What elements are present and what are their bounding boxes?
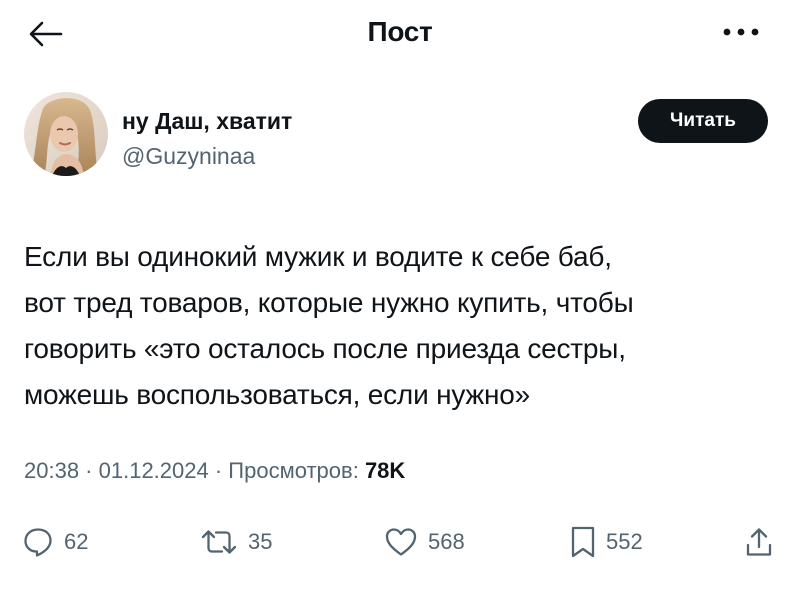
- bookmark-count: 552: [606, 529, 643, 554]
- avatar-photo: [24, 92, 108, 176]
- repost-button[interactable]: 35: [200, 522, 272, 562]
- meta-separator: ·: [208, 458, 229, 483]
- header: Пост: [0, 0, 800, 70]
- views-count: 78K: [364, 458, 406, 483]
- bookmark-icon: [571, 526, 595, 558]
- views-label: Просмотров:: [228, 458, 359, 483]
- like-button[interactable]: 568: [384, 522, 465, 562]
- repost-count: 35: [248, 529, 273, 554]
- reply-icon: [24, 528, 52, 557]
- follow-button[interactable]: Читать: [638, 99, 768, 143]
- action-bar: 62 35 568 552: [0, 512, 800, 572]
- tweet-meta: 20:38 · 01.12.2024 · Просмотров: 78K: [24, 458, 405, 484]
- page-title: Пост: [367, 16, 433, 47]
- tweet-line: можешь воспользоваться, если нужно»: [24, 379, 531, 410]
- heart-icon: [385, 528, 417, 556]
- author-row: ну Даш, хватит @Guzyninaa Читать: [24, 92, 776, 186]
- tweet-text: Если вы одинокий мужик и водите к себе б…: [24, 234, 776, 418]
- reply-button[interactable]: 62: [22, 522, 88, 562]
- repost-icon: [201, 530, 237, 554]
- tweet-time[interactable]: 20:38: [24, 458, 79, 483]
- user-handle[interactable]: @Guzyninaa: [122, 143, 255, 170]
- reply-count: 62: [64, 529, 89, 554]
- ellipsis-icon: [723, 28, 759, 36]
- share-icon: [746, 528, 772, 556]
- share-button[interactable]: [744, 522, 774, 562]
- avatar[interactable]: [24, 92, 108, 176]
- more-button[interactable]: [716, 16, 766, 48]
- tweet-line: Если вы одинокий мужик и водите к себе б…: [24, 241, 612, 272]
- like-count: 568: [428, 529, 465, 554]
- tweet-line: говорить «это осталось после приезда сес…: [24, 333, 626, 364]
- tweet-date[interactable]: 01.12.2024: [99, 458, 209, 483]
- bookmark-button[interactable]: 552: [570, 522, 643, 562]
- meta-separator: ·: [79, 458, 99, 483]
- tweet-line: вот тред товаров, которые нужно купить, …: [24, 287, 634, 318]
- display-name[interactable]: ну Даш, хватит: [122, 108, 292, 135]
